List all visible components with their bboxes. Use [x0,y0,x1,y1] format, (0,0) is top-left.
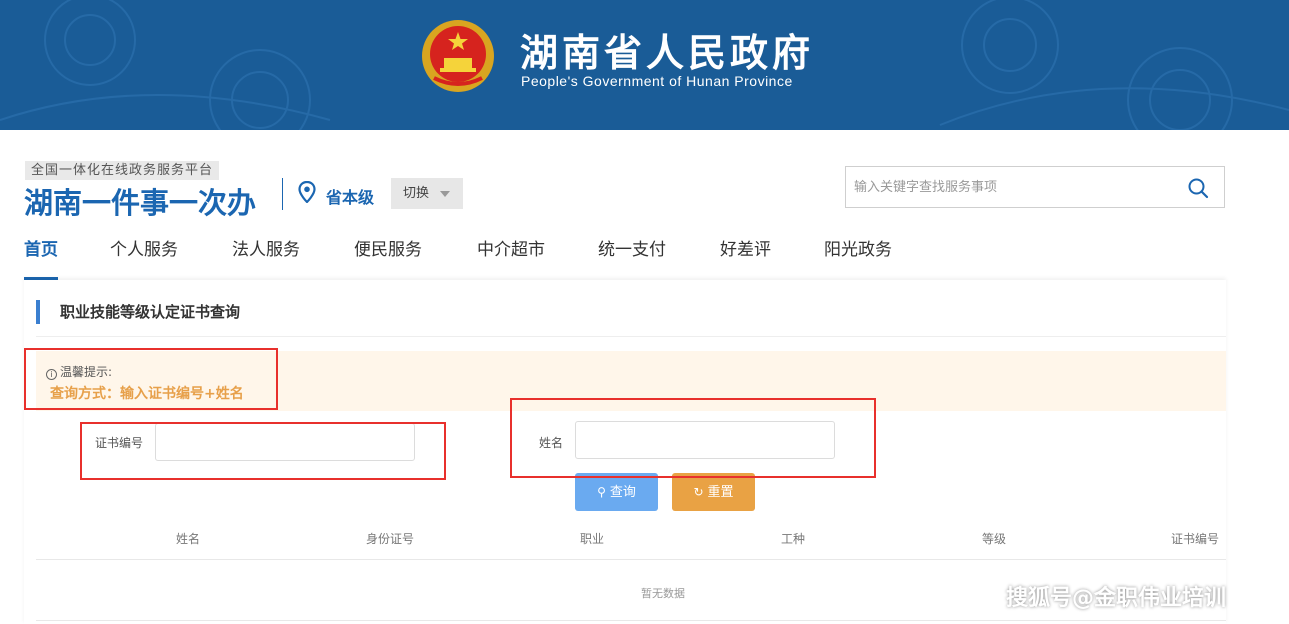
nav-item-legal-person[interactable]: 法人服务 [232,236,300,280]
location-label: 省本级 [326,188,375,207]
platform-tag: 全国一体化在线政务服务平台 [25,161,220,180]
watermark: 搜狐号@金职伟业培训 [1006,586,1227,611]
map-pin-icon [298,181,316,203]
table-bottom-line [36,620,1226,621]
site-brand[interactable]: 湖南一件事一次办 [24,180,256,222]
empty-table-text: 暂无数据 [641,587,685,600]
reset-button[interactable]: ↻ 重置 [672,473,755,511]
divider [36,336,1226,337]
search-icon[interactable] [1186,176,1210,200]
column-header-level: 等级 [982,532,1007,546]
column-header-cert-number: 证书编号 [1171,532,1220,546]
column-header-job-type: 工种 [781,532,806,546]
search-icon: ⚲ [597,485,606,499]
column-header-name: 姓名 [176,532,201,546]
brand-divider [282,178,283,210]
column-header-id-number: 身份证号 [366,532,415,546]
chevron-down-icon [440,191,450,197]
nav-item-unified-payment[interactable]: 统一支付 [598,236,666,280]
banner-subtitle: People's Government of Hunan Province [521,73,793,89]
government-banner: 湖南省人民政府 People's Government of Hunan Pro… [0,0,1289,130]
nav-item-rating[interactable]: 好差评 [720,236,771,280]
banner-title: 湖南省人民政府 [520,31,815,75]
section-title: 职业技能等级认定证书查询 [36,300,240,324]
query-button[interactable]: ⚲ 查询 [575,473,658,511]
switch-location-button[interactable]: 切换 [391,178,463,209]
nav-item-sunshine[interactable]: 阳光政务 [824,236,892,280]
reset-label: 重置 [707,485,734,500]
switch-label: 切换 [403,186,430,201]
nav-item-personal[interactable]: 个人服务 [110,236,178,280]
nav-item-home[interactable]: 首页 [24,236,58,280]
nav-item-convenience[interactable]: 便民服务 [354,236,422,280]
query-label: 查询 [609,485,636,500]
refresh-icon: ↻ [693,485,704,499]
nav-item-agency-market[interactable]: 中介超市 [477,236,545,280]
main-nav: 首页 个人服务 法人服务 便民服务 中介超市 统一支付 好差评 阳光政务 [24,236,1224,280]
annotation-box-name [510,398,876,478]
annotation-box-notice [24,348,278,410]
national-emblem-icon [422,20,494,92]
result-table-header: 姓名 身份证号 职业 工种 等级 证书编号 [36,522,1226,560]
annotation-box-cert-number [80,422,446,480]
service-search[interactable] [845,166,1225,208]
search-input[interactable] [854,175,1174,199]
column-header-occupation: 职业 [580,532,605,546]
